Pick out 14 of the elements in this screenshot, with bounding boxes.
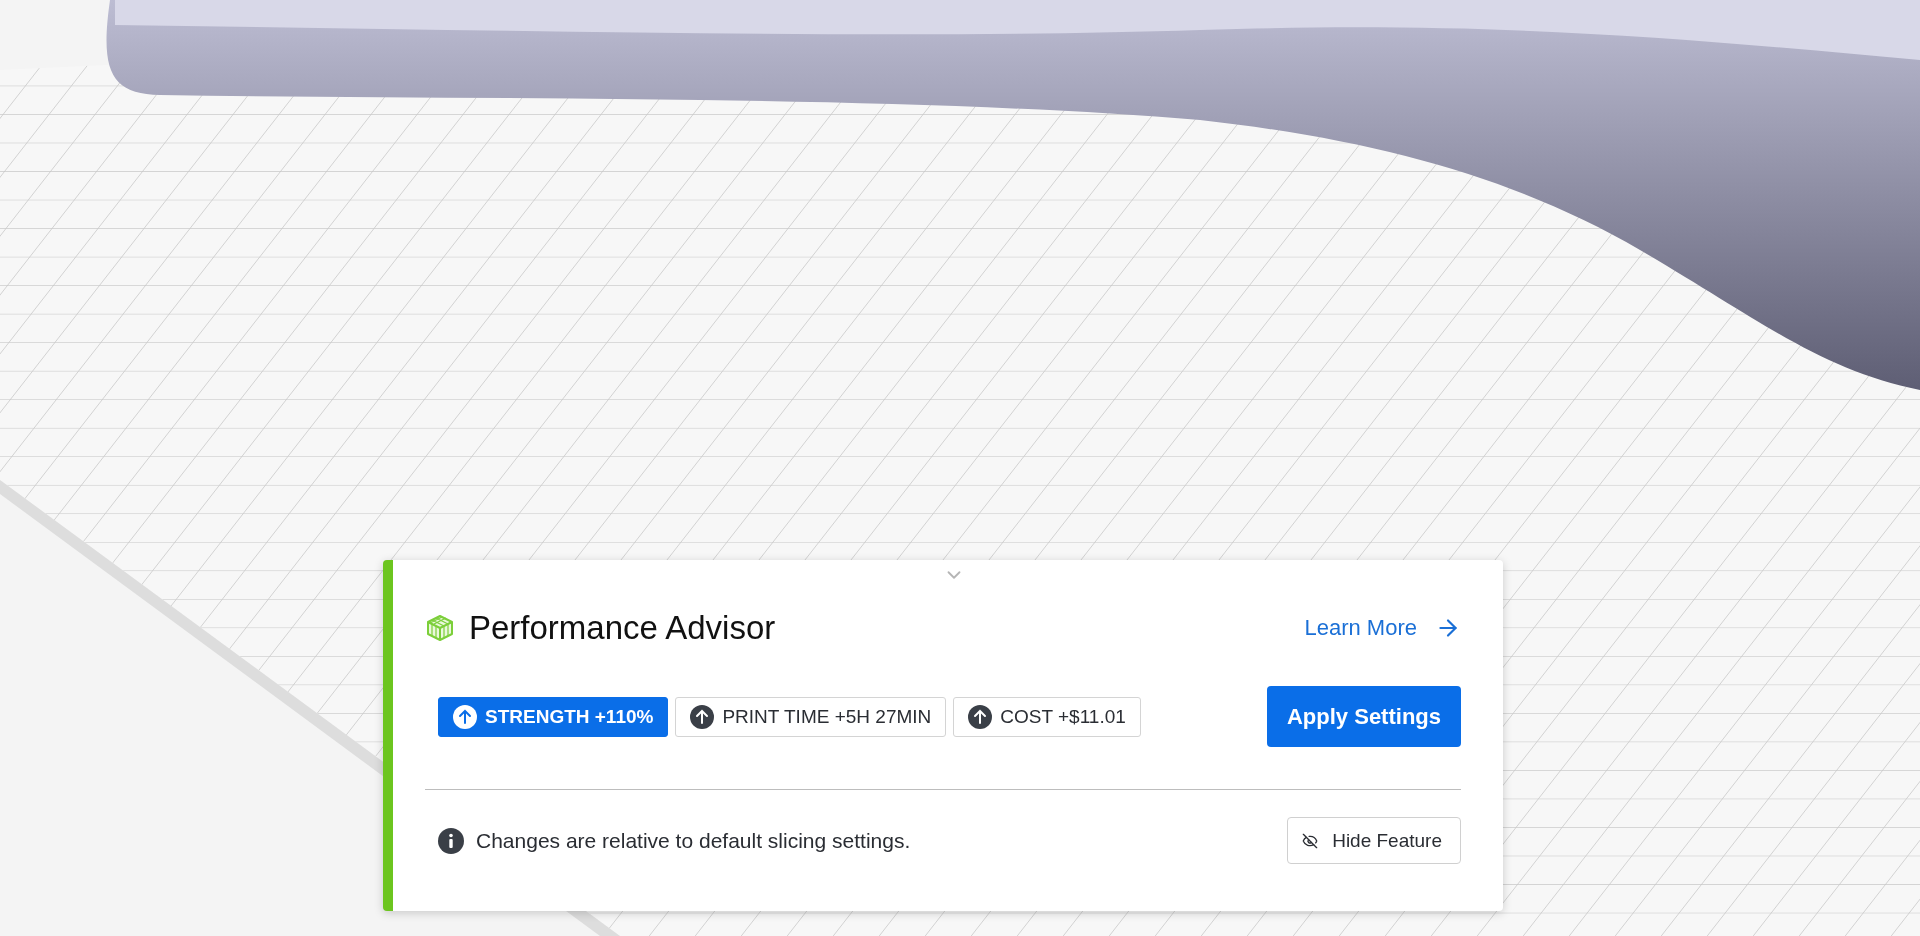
arrow-up-circle-icon <box>453 704 477 729</box>
learn-more-link[interactable]: Learn More <box>1304 615 1461 641</box>
eye-off-icon <box>1302 832 1319 849</box>
metric-chip[interactable]: COST +$11.01 <box>953 696 1141 737</box>
arrow-up-circle-icon <box>968 704 993 729</box>
settings-note: Changes are relative to default slicing settings. <box>476 828 911 853</box>
panel-title: Performance Advisor <box>469 609 776 647</box>
hide-feature-button[interactable]: Hide Feature <box>1287 817 1461 864</box>
arrow-up-circle-icon <box>690 704 715 729</box>
grid-cube-icon <box>425 613 455 643</box>
apply-settings-button[interactable]: Apply Settings <box>1267 686 1461 747</box>
metric-chip[interactable]: PRINT TIME +5H 27MIN <box>675 696 947 737</box>
metric-chip[interactable]: STRENGTH +110% <box>438 696 669 737</box>
info-icon <box>438 827 464 854</box>
